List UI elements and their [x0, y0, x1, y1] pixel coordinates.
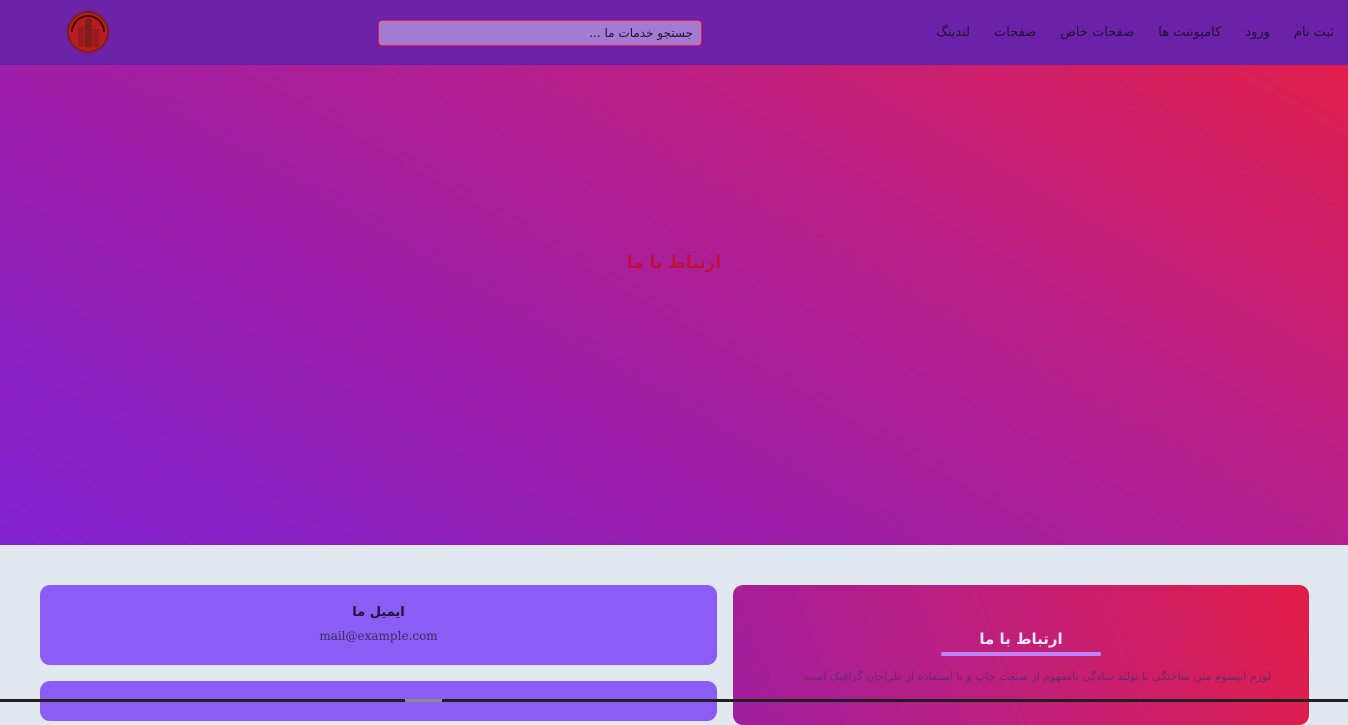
logo-icon[interactable] — [66, 10, 110, 54]
search-input[interactable] — [378, 20, 702, 46]
search-container — [378, 20, 702, 46]
nav-link-landing[interactable]: لندینگ — [936, 25, 970, 40]
nav-links: لندینگ صفحات صفحات خاص کامپوننت ها ورود … — [936, 0, 1334, 65]
contact-card: ارتباط با ما لورم ایپسوم متن ساختگی با ت… — [733, 585, 1309, 725]
nav-link-special-pages[interactable]: صفحات خاص — [1060, 25, 1134, 40]
title-underline — [941, 652, 1101, 656]
nav-link-login[interactable]: ورود — [1245, 25, 1270, 40]
hero-section: ارتباط با ما — [0, 65, 1348, 545]
email-card-title: ایمیل ما — [352, 605, 405, 620]
nav-link-pages[interactable]: صفحات — [994, 25, 1036, 40]
contact-card-text: لورم ایپسوم متن ساختگی با تولید سادگی نا… — [803, 670, 1271, 683]
nav-link-components[interactable]: کامپوننت ها — [1158, 25, 1221, 40]
hero-title: ارتباط با ما — [626, 253, 722, 273]
email-address[interactable]: mail@example.com — [40, 629, 717, 643]
contact-card-title: ارتباط با ما — [979, 630, 1063, 648]
email-card: ایمیل ما mail@example.com — [40, 585, 717, 665]
top-navbar: لندینگ صفحات صفحات خاص کامپوننت ها ورود … — [0, 0, 1348, 65]
nav-link-register[interactable]: ثبت نام — [1294, 25, 1334, 40]
